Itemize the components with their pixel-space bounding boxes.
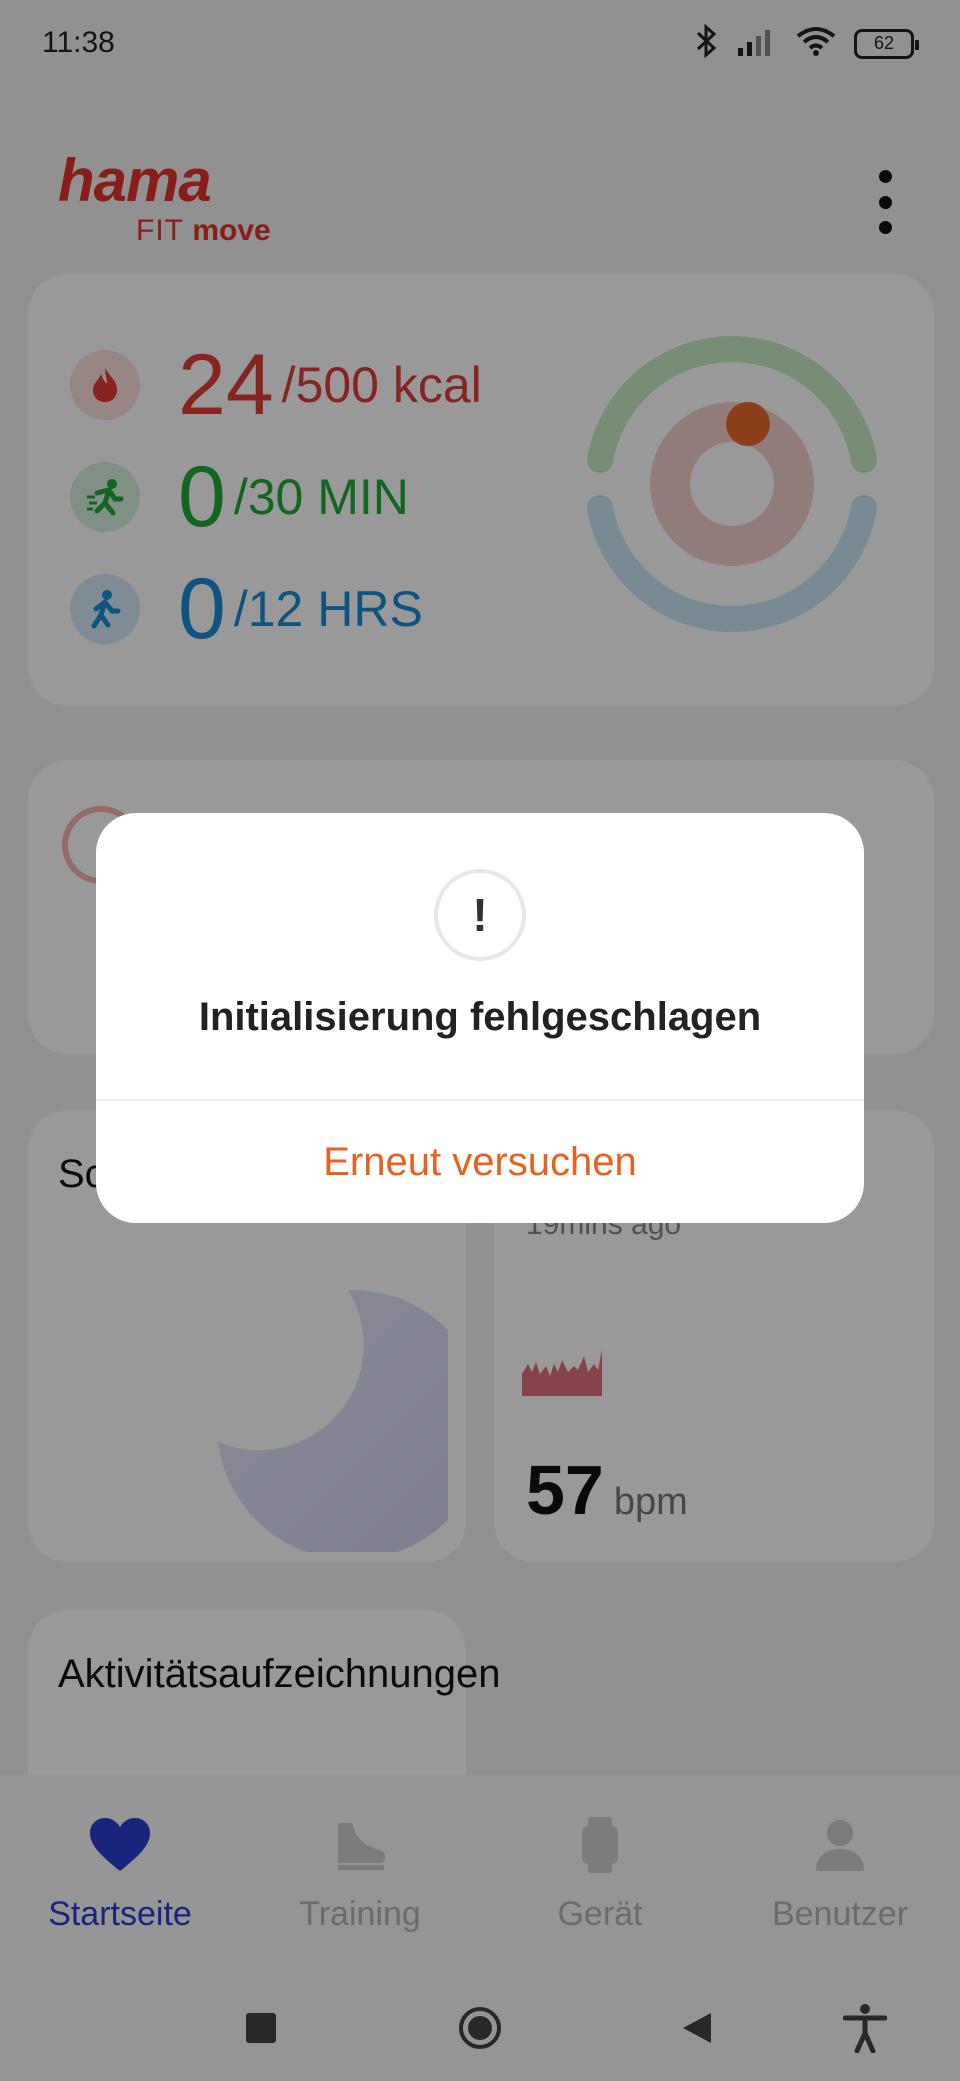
dialog-title: Initialisierung fehlgeschlagen xyxy=(198,995,762,1039)
retry-button[interactable]: Erneut versuchen xyxy=(96,1101,864,1223)
error-dialog: ! Initialisierung fehlgeschlagen Erneut … xyxy=(96,813,864,1223)
exclamation-icon: ! xyxy=(434,869,526,961)
